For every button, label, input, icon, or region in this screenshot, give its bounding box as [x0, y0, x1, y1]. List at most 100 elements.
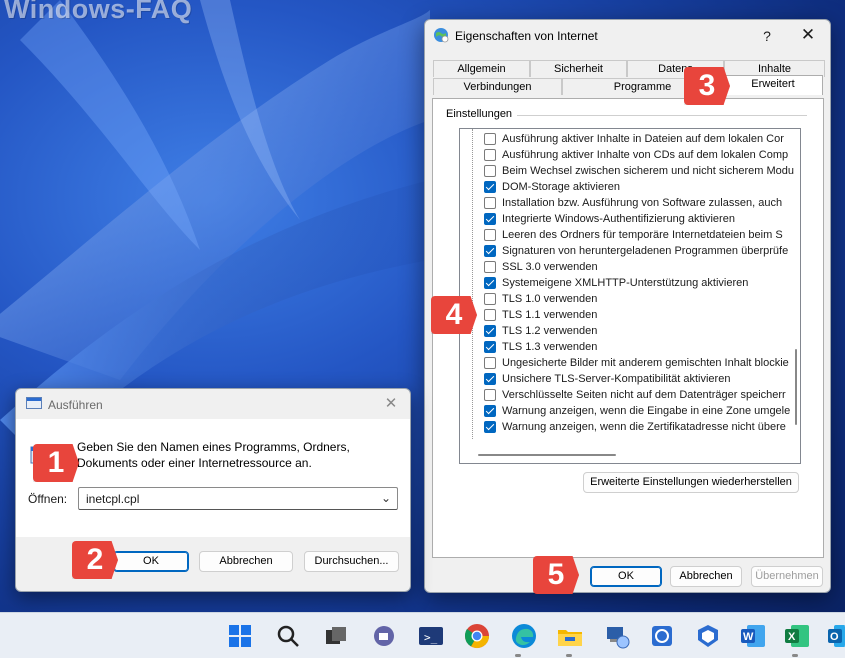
- setting-label: Ungesicherte Bilder mit anderem gemischt…: [502, 357, 789, 369]
- setting-label: TLS 1.1 verwenden: [502, 309, 598, 321]
- setting-label: DOM-Storage aktivieren: [502, 181, 620, 193]
- terminal-icon[interactable]: >_: [417, 622, 445, 650]
- setting-row[interactable]: SSL 3.0 verwenden: [484, 259, 800, 275]
- step-badge-3: 3: [684, 67, 730, 105]
- setting-row[interactable]: Systemeigene XMLHTTP-Unterstützung aktiv…: [484, 275, 800, 291]
- setting-row[interactable]: Beim Wechsel zwischen sicherem und nicht…: [484, 163, 800, 179]
- internet-globe-icon: [434, 28, 449, 43]
- horizontal-scrollbar[interactable]: [478, 454, 616, 456]
- cancel-button[interactable]: Abbrechen: [670, 566, 742, 587]
- svg-text:X: X: [788, 631, 796, 643]
- checkbox-unchecked[interactable]: [484, 389, 496, 401]
- checkbox-unchecked[interactable]: [484, 149, 496, 161]
- security-center-icon[interactable]: [694, 622, 722, 650]
- run-ok-button[interactable]: OK: [113, 551, 189, 572]
- file-explorer-icon[interactable]: [556, 622, 584, 650]
- dialog-title: Eigenschaften von Internet: [455, 29, 598, 43]
- svg-text:O: O: [830, 631, 839, 643]
- setting-label: Integrierte Windows-Authentifizierung ak…: [502, 213, 735, 225]
- edge-icon[interactable]: [510, 622, 538, 650]
- ok-button[interactable]: OK: [590, 566, 662, 587]
- setting-row[interactable]: TLS 1.0 verwenden: [484, 291, 800, 307]
- step-badge-4: 4: [431, 296, 477, 334]
- checkbox-unchecked[interactable]: [484, 357, 496, 369]
- edge-running-indicator: [515, 654, 521, 657]
- setting-label: TLS 1.3 verwenden: [502, 341, 598, 353]
- setting-row[interactable]: Warnung anzeigen, wenn die Zertifikatadr…: [484, 419, 800, 435]
- setting-label: Verschlüsselte Seiten nicht auf dem Date…: [502, 389, 786, 401]
- open-label: Öffnen:: [28, 492, 68, 506]
- checkbox-checked[interactable]: [484, 405, 496, 417]
- explorer-running-indicator: [566, 654, 572, 657]
- dialog-titlebar[interactable]: Eigenschaften von Internet ? ✕: [425, 20, 830, 50]
- setting-row[interactable]: Signaturen von heruntergeladenen Program…: [484, 243, 800, 259]
- close-button[interactable]: ✕: [795, 24, 821, 46]
- setting-row[interactable]: Ausführung aktiver Inhalte von CDs auf d…: [484, 147, 800, 163]
- run-titlebar[interactable]: Ausführen ✕: [16, 389, 410, 419]
- tab-allgemein[interactable]: Allgemein: [433, 60, 530, 77]
- checkbox-checked[interactable]: [484, 245, 496, 257]
- chevron-down-icon[interactable]: ⌄: [381, 491, 391, 505]
- setting-row[interactable]: Ungesicherte Bilder mit anderem gemischt…: [484, 355, 800, 371]
- tab-sicherheit[interactable]: Sicherheit: [530, 60, 627, 77]
- setting-row[interactable]: TLS 1.1 verwenden: [484, 307, 800, 323]
- settings-listbox[interactable]: Ausführung aktiver Inhalte in Dateien au…: [459, 128, 801, 464]
- setting-row[interactable]: TLS 1.3 verwenden: [484, 339, 800, 355]
- checkbox-unchecked[interactable]: [484, 309, 496, 321]
- teams-chat-icon[interactable]: [370, 622, 398, 650]
- setting-label: Ausführung aktiver Inhalte in Dateien au…: [502, 133, 784, 145]
- run-cancel-button[interactable]: Abbrechen: [199, 551, 293, 572]
- windows-start-icon[interactable]: [226, 622, 254, 650]
- excel-running-indicator: [792, 654, 798, 657]
- group-divider: [517, 115, 807, 116]
- tab-erweitert[interactable]: Erweitert: [723, 75, 823, 95]
- apply-button[interactable]: Übernehmen: [751, 566, 823, 587]
- setting-label: Warnung anzeigen, wenn die Eingabe in ei…: [502, 405, 791, 417]
- checkbox-unchecked[interactable]: [484, 197, 496, 209]
- setting-label: Warnung anzeigen, wenn die Zertifikatadr…: [502, 421, 786, 433]
- checkbox-checked[interactable]: [484, 341, 496, 353]
- checkbox-checked[interactable]: [484, 213, 496, 225]
- run-close-button[interactable]: ✕: [380, 394, 402, 414]
- excel-icon[interactable]: X: [783, 622, 811, 650]
- checkbox-unchecked[interactable]: [484, 165, 496, 177]
- outlook-icon[interactable]: O: [826, 622, 845, 650]
- checkbox-checked[interactable]: [484, 181, 496, 193]
- checkbox-unchecked[interactable]: [484, 261, 496, 273]
- taskbar: >_ W X O: [0, 612, 845, 658]
- network-settings-icon[interactable]: [603, 622, 631, 650]
- chrome-icon[interactable]: [463, 622, 491, 650]
- setting-label: Installation bzw. Ausführung von Softwar…: [502, 197, 783, 209]
- checkbox-checked[interactable]: [484, 277, 496, 289]
- setting-row[interactable]: Ausführung aktiver Inhalte in Dateien au…: [484, 131, 800, 147]
- open-input-value[interactable]: inetcpl.cpl: [86, 492, 139, 506]
- setting-row[interactable]: DOM-Storage aktivieren: [484, 179, 800, 195]
- internet-options-icon[interactable]: [648, 622, 676, 650]
- restore-advanced-settings-button[interactable]: Erweiterte Einstellungen wiederherstelle…: [583, 472, 799, 493]
- checkbox-checked[interactable]: [484, 421, 496, 433]
- checkbox-unchecked[interactable]: [484, 133, 496, 145]
- setting-row[interactable]: Unsichere TLS-Server-Kompatibilität akti…: [484, 371, 800, 387]
- help-button[interactable]: ?: [757, 26, 777, 46]
- task-view-icon[interactable]: [322, 622, 350, 650]
- setting-row[interactable]: Installation bzw. Ausführung von Softwar…: [484, 195, 800, 211]
- setting-row[interactable]: Warnung anzeigen, wenn die Eingabe in ei…: [484, 403, 800, 419]
- checkbox-checked[interactable]: [484, 373, 496, 385]
- setting-row[interactable]: TLS 1.2 verwenden: [484, 323, 800, 339]
- search-icon[interactable]: [274, 622, 302, 650]
- watermark-logo: Windows-FAQ: [4, 0, 193, 24]
- checkbox-unchecked[interactable]: [484, 229, 496, 241]
- settings-group-label: Einstellungen: [446, 108, 513, 120]
- tab-verbindungen[interactable]: Verbindungen: [433, 78, 562, 95]
- run-browse-button[interactable]: Durchsuchen...: [304, 551, 399, 572]
- word-icon[interactable]: W: [739, 622, 767, 650]
- checkbox-unchecked[interactable]: [484, 293, 496, 305]
- setting-row[interactable]: Verschlüsselte Seiten nicht auf dem Date…: [484, 387, 800, 403]
- setting-row[interactable]: Leeren des Ordners für temporäre Interne…: [484, 227, 800, 243]
- open-combobox[interactable]: inetcpl.cpl ⌄: [78, 487, 398, 510]
- setting-row[interactable]: Integrierte Windows-Authentifizierung ak…: [484, 211, 800, 227]
- checkbox-checked[interactable]: [484, 325, 496, 337]
- run-description: Geben Sie den Namen eines Programms, Ord…: [77, 440, 350, 470]
- svg-text:W: W: [743, 631, 754, 643]
- run-title: Ausführen: [48, 398, 103, 412]
